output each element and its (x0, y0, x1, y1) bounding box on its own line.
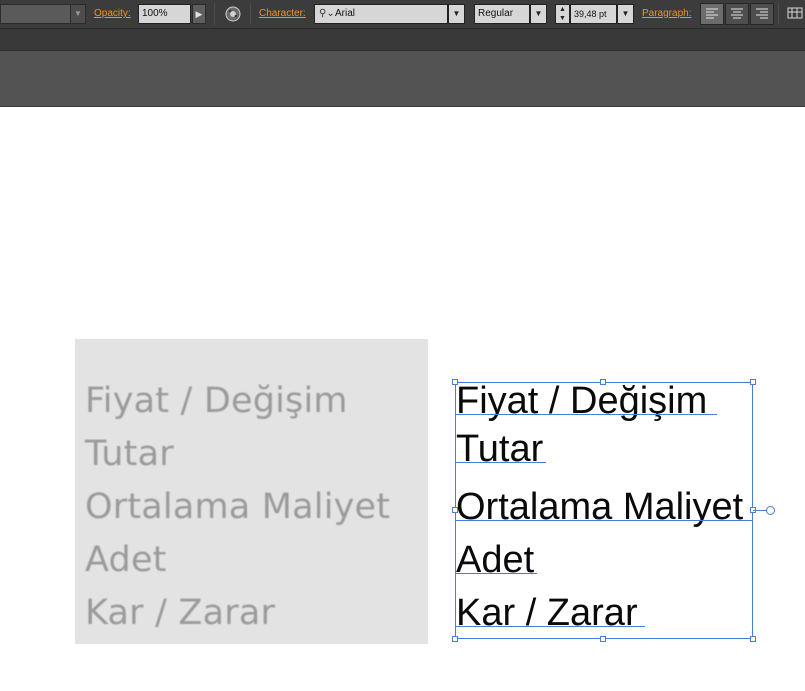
divider (214, 3, 215, 25)
font-family-dropdown-button[interactable]: ▼ (448, 4, 465, 24)
placed-text-line: Tutar (85, 434, 174, 474)
divider (778, 3, 779, 25)
align-center-button[interactable] (725, 3, 749, 25)
baseline (456, 462, 546, 463)
text-wrap-icon[interactable] (786, 5, 804, 23)
align-right-icon (756, 8, 768, 19)
font-family-field[interactable]: ⚲⌄Arial (314, 4, 448, 24)
out-port-icon[interactable] (766, 506, 775, 515)
paragraph-label[interactable]: Paragraph: (642, 5, 691, 23)
control-bar: ▼ Opacity: 100% ▶ Character: ⚲⌄Arial ▼ R… (0, 0, 805, 29)
align-left-icon (706, 8, 718, 19)
text-frame-line[interactable]: Ortalama Maliyet (456, 487, 743, 527)
chevron-down-icon: ▼ (70, 5, 85, 23)
placed-text-line: Adet (85, 540, 167, 580)
resize-handle[interactable] (750, 636, 756, 642)
font-style-field[interactable]: Regular (474, 4, 530, 24)
stroke-profile-dropdown[interactable]: ▼ (0, 4, 86, 24)
font-style-dropdown-button[interactable]: ▼ (530, 4, 547, 24)
font-size-stepper[interactable]: ▲ ▼ (555, 4, 570, 24)
font-family-value: Arial (335, 8, 356, 19)
text-frame-line[interactable]: Adet (456, 540, 534, 580)
text-frame-line[interactable]: Fiyat / Değişim (456, 381, 707, 421)
placed-image[interactable]: Fiyat / Değişim Tutar Ortalama Maliyet A… (75, 339, 428, 644)
placed-text-line: Fiyat / Değişim (85, 381, 348, 421)
font-size-dropdown-button[interactable]: ▼ (617, 4, 634, 24)
opacity-flyout-button[interactable]: ▶ (192, 4, 206, 24)
baseline (456, 626, 645, 627)
align-center-icon (731, 8, 743, 19)
opacity-field[interactable]: 100% (138, 4, 191, 24)
divider (250, 3, 251, 25)
placed-text-line: Ortalama Maliyet (85, 487, 391, 527)
character-label[interactable]: Character: (259, 5, 306, 23)
baseline (456, 573, 537, 574)
placed-text-line: Kar / Zarar (85, 593, 276, 633)
recolor-icon[interactable] (224, 5, 242, 23)
baseline (456, 520, 753, 521)
resize-handle[interactable] (600, 636, 606, 642)
out-port-line (753, 510, 767, 511)
align-left-button[interactable] (700, 3, 724, 25)
document-tab-bar (0, 29, 805, 51)
search-icon: ⚲⌄ (319, 8, 335, 19)
text-frame-line[interactable]: Kar / Zarar (456, 593, 638, 633)
text-frame-line[interactable]: Tutar (456, 429, 543, 469)
opacity-label[interactable]: Opacity: (94, 5, 131, 23)
resize-handle[interactable] (750, 379, 756, 385)
baseline (456, 414, 717, 415)
pasteboard (0, 51, 805, 107)
resize-handle[interactable] (452, 636, 458, 642)
align-right-button[interactable] (750, 3, 774, 25)
font-size-field[interactable]: 39,48 pt (570, 4, 617, 24)
